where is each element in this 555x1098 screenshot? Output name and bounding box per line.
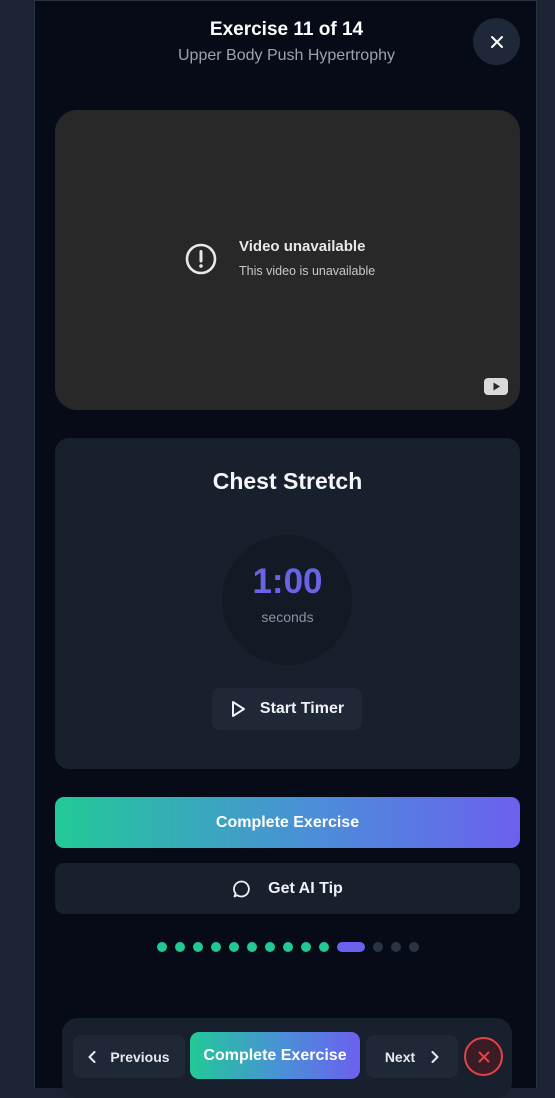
exit-workout-button[interactable] <box>464 1037 503 1076</box>
play-icon <box>231 701 245 717</box>
progress-dot-completed <box>282 942 293 952</box>
previous-button[interactable]: Previous <box>73 1035 185 1078</box>
start-timer-label: Start Timer <box>259 700 345 717</box>
video-player[interactable]: Video unavailable This video is unavaila… <box>55 110 520 410</box>
video-error-message: This video is unavailable <box>239 264 376 278</box>
progress-dot-upcoming <box>372 942 383 952</box>
chat-bubble-icon <box>233 880 250 897</box>
progress-dot-completed <box>264 942 275 952</box>
close-icon <box>478 1051 489 1062</box>
progress-dot-completed <box>318 942 329 952</box>
alert-circle-icon <box>185 243 217 275</box>
close-icon <box>490 35 503 48</box>
progress-dot-completed <box>246 942 257 952</box>
progress-dot-completed <box>228 942 239 952</box>
get-ai-tip-button[interactable]: Get AI Tip <box>55 863 520 914</box>
start-timer-button[interactable]: Start Timer <box>212 688 362 730</box>
next-label: Next <box>384 1048 416 1065</box>
timer-value: 1:00 <box>252 562 323 601</box>
complete-exercise-button[interactable]: Complete Exercise <box>55 797 520 848</box>
get-ai-tip-label: Get AI Tip <box>268 879 343 897</box>
next-button[interactable]: Next <box>366 1035 458 1078</box>
close-button[interactable] <box>473 18 520 65</box>
youtube-icon[interactable] <box>484 378 508 395</box>
bottom-navigation: Previous Complete Exercise Next <box>62 1018 512 1098</box>
chevron-right-icon <box>431 1050 439 1063</box>
chevron-left-icon <box>88 1050 96 1063</box>
progress-dots <box>35 941 538 953</box>
complete-exercise-nav-button[interactable]: Complete Exercise <box>190 1032 360 1079</box>
exercise-name: Chest Stretch <box>212 468 363 494</box>
progress-dot-completed <box>300 942 311 952</box>
previous-label: Previous <box>110 1048 170 1065</box>
workout-name: Upper Body Push Hypertrophy <box>178 47 395 64</box>
video-error-title: Video unavailable <box>239 238 366 255</box>
timer-unit: seconds <box>261 609 314 625</box>
progress-dot-completed <box>156 942 167 952</box>
progress-dot-completed <box>210 942 221 952</box>
progress-dot-completed <box>192 942 203 952</box>
exercise-counter: Exercise 11 of 14 <box>209 19 364 40</box>
progress-dot-upcoming <box>408 942 419 952</box>
progress-dot-current <box>336 942 365 952</box>
exercise-card: Chest Stretch 1:00 seconds Start Timer <box>55 438 520 769</box>
progress-dot-upcoming <box>390 942 401 952</box>
workout-panel: Exercise 11 of 14 Upper Body Push Hypert… <box>34 0 538 1098</box>
progress-dot-completed <box>174 942 185 952</box>
